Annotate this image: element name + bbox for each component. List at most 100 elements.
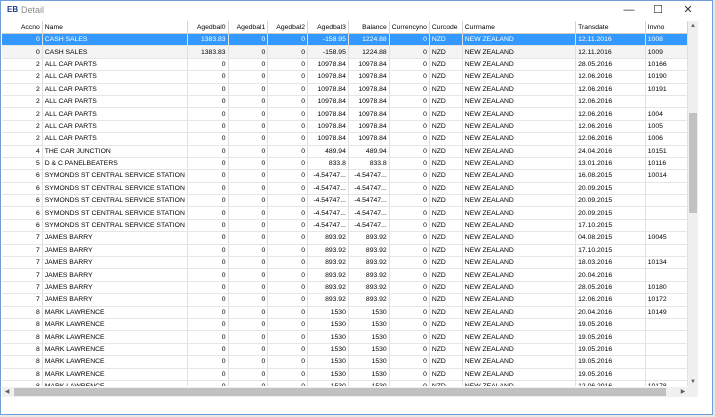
close-button[interactable]: ✕: [674, 1, 702, 20]
table-cell[interactable]: 0: [389, 157, 430, 171]
table-cell[interactable]: 0: [187, 281, 229, 295]
table-cell[interactable]: 0: [389, 281, 430, 295]
table-cell[interactable]: 2: [2, 107, 43, 121]
table-cell[interactable]: 0: [187, 169, 229, 183]
table-cell[interactable]: 0: [187, 231, 229, 245]
table-cell[interactable]: 0: [267, 244, 309, 258]
table-cell[interactable]: 1530: [307, 380, 349, 386]
table-cell[interactable]: 8: [2, 330, 43, 344]
table-cell[interactable]: 1530: [307, 368, 349, 381]
table-cell[interactable]: 0: [228, 33, 269, 47]
table-cell[interactable]: [645, 182, 688, 196]
table-cell[interactable]: MARK LAWRENCE: [42, 368, 188, 381]
table-row[interactable]: 2 ALL CAR PARTS 0 0 0 10978.84 10978.84 0 NZD NEW…: [2, 83, 688, 96]
table-cell[interactable]: 1006: [645, 132, 688, 146]
table-cell[interactable]: D & C PANELBEATERS: [42, 157, 188, 171]
table-cell[interactable]: [645, 368, 688, 381]
table-cell[interactable]: 12.11.2016: [575, 33, 646, 47]
data-grid[interactable]: Accno Name Agedbal0 Agedbal1 Agedbal2 Agedbal…: [2, 21, 688, 386]
table-cell[interactable]: 0: [389, 268, 430, 282]
table-cell[interactable]: 12.06.2016: [575, 380, 646, 386]
table-cell[interactable]: 10978.84: [307, 70, 349, 84]
table-cell[interactable]: 0: [267, 256, 309, 270]
table-cell[interactable]: NZD: [429, 256, 463, 270]
table-cell[interactable]: 0: [267, 206, 309, 220]
table-cell[interactable]: 19.05.2016: [575, 343, 646, 357]
table-cell[interactable]: 20.04.2016: [575, 306, 646, 320]
table-cell[interactable]: 0: [267, 281, 309, 295]
table-cell[interactable]: MARK LAWRENCE: [42, 343, 188, 357]
table-cell[interactable]: 0: [389, 120, 430, 134]
table-cell[interactable]: NZD: [429, 206, 463, 220]
table-cell[interactable]: 19.05.2016: [575, 330, 646, 344]
table-cell[interactable]: 6: [2, 194, 43, 208]
table-cell[interactable]: 893.92: [348, 231, 390, 245]
table-cell[interactable]: 10978.84: [307, 107, 349, 121]
table-cell[interactable]: 1005: [645, 120, 688, 134]
table-cell[interactable]: 10978.84: [348, 58, 390, 72]
table-cell[interactable]: [645, 268, 688, 282]
table-cell[interactable]: 1530: [348, 306, 390, 320]
table-cell[interactable]: MARK LAWRENCE: [42, 330, 188, 344]
table-cell[interactable]: 10151: [645, 145, 688, 158]
table-cell[interactable]: NEW ZEALAND: [462, 120, 577, 134]
table-cell[interactable]: NEW ZEALAND: [462, 70, 577, 84]
table-cell[interactable]: NZD: [429, 70, 463, 84]
table-cell[interactable]: 0: [228, 157, 269, 171]
table-cell[interactable]: 0: [389, 355, 430, 369]
table-cell[interactable]: NZD: [429, 95, 463, 109]
table-cell[interactable]: 8: [2, 343, 43, 357]
table-cell[interactable]: 1530: [348, 318, 390, 332]
table-cell[interactable]: 0: [389, 206, 430, 220]
table-cell[interactable]: 16.08.2015: [575, 169, 646, 183]
table-cell[interactable]: 0: [389, 330, 430, 344]
table-cell[interactable]: 893.92: [348, 268, 390, 282]
table-cell[interactable]: NZD: [429, 219, 463, 233]
table-cell[interactable]: 893.92: [348, 244, 390, 258]
maximize-button[interactable]: ☐: [644, 1, 672, 20]
table-cell[interactable]: 0: [267, 70, 309, 84]
table-cell[interactable]: 12.11.2016: [575, 45, 646, 59]
table-cell[interactable]: ALL CAR PARTS: [42, 95, 188, 109]
table-cell[interactable]: [645, 219, 688, 233]
table-cell[interactable]: NEW ZEALAND: [462, 306, 577, 320]
table-cell[interactable]: 0: [267, 95, 309, 109]
table-cell[interactable]: 0: [228, 281, 269, 295]
table-cell[interactable]: 0: [228, 318, 269, 332]
table-row[interactable]: 8MARK LAWRENCE000153015300NZDNEW ZEALAND…: [2, 318, 688, 332]
table-cell[interactable]: NEW ZEALAND: [462, 33, 577, 47]
table-cell[interactable]: 893.92: [307, 268, 349, 282]
table-cell[interactable]: NZD: [429, 268, 463, 282]
table-cell[interactable]: 5: [2, 157, 43, 171]
table-cell[interactable]: 0: [267, 120, 309, 134]
table-cell[interactable]: 0: [267, 343, 309, 357]
table-cell[interactable]: 12.06.2016: [575, 293, 646, 307]
table-cell[interactable]: 1004: [645, 107, 688, 121]
horizontal-scroll-thumb[interactable]: [14, 388, 666, 396]
table-cell[interactable]: 19.05.2016: [575, 355, 646, 369]
table-cell[interactable]: 0: [267, 368, 309, 381]
table-cell[interactable]: 0: [228, 330, 269, 344]
table-row[interactable]: 7 JAMES BARRY 0 0 0 893.92 893.92 0 NZD NEW ZEALA…: [2, 293, 688, 307]
table-cell[interactable]: NZD: [429, 355, 463, 369]
table-cell[interactable]: 0: [228, 194, 269, 208]
table-cell[interactable]: 0: [187, 157, 229, 171]
table-cell[interactable]: 0: [267, 306, 309, 320]
table-cell[interactable]: NZD: [429, 169, 463, 183]
table-row[interactable]: 7 JAMES BARRY 0 0 0 893.92 893.92 0 NZD NEW ZEALA…: [2, 268, 688, 282]
table-cell[interactable]: 2: [2, 58, 43, 72]
table-cell[interactable]: NEW ZEALAND: [462, 107, 577, 121]
table-cell[interactable]: 20.04.2016: [575, 268, 646, 282]
table-cell[interactable]: 0: [389, 107, 430, 121]
table-cell[interactable]: 1530: [307, 318, 349, 332]
table-cell[interactable]: NZD: [429, 83, 463, 96]
table-cell[interactable]: 28.05.2016: [575, 58, 646, 72]
table-cell[interactable]: -4.54747...: [307, 219, 349, 233]
table-row[interactable]: 7 JAMES BARRY 0 0 0 893.92 893.92 0 NZD NEW ZEALA…: [2, 256, 688, 270]
table-cell[interactable]: 2: [2, 120, 43, 134]
table-cell[interactable]: NEW ZEALAND: [462, 194, 577, 208]
table-cell[interactable]: 0: [228, 219, 269, 233]
table-cell[interactable]: 0: [228, 169, 269, 183]
table-cell[interactable]: 6: [2, 219, 43, 233]
table-cell[interactable]: NEW ZEALAND: [462, 95, 577, 109]
